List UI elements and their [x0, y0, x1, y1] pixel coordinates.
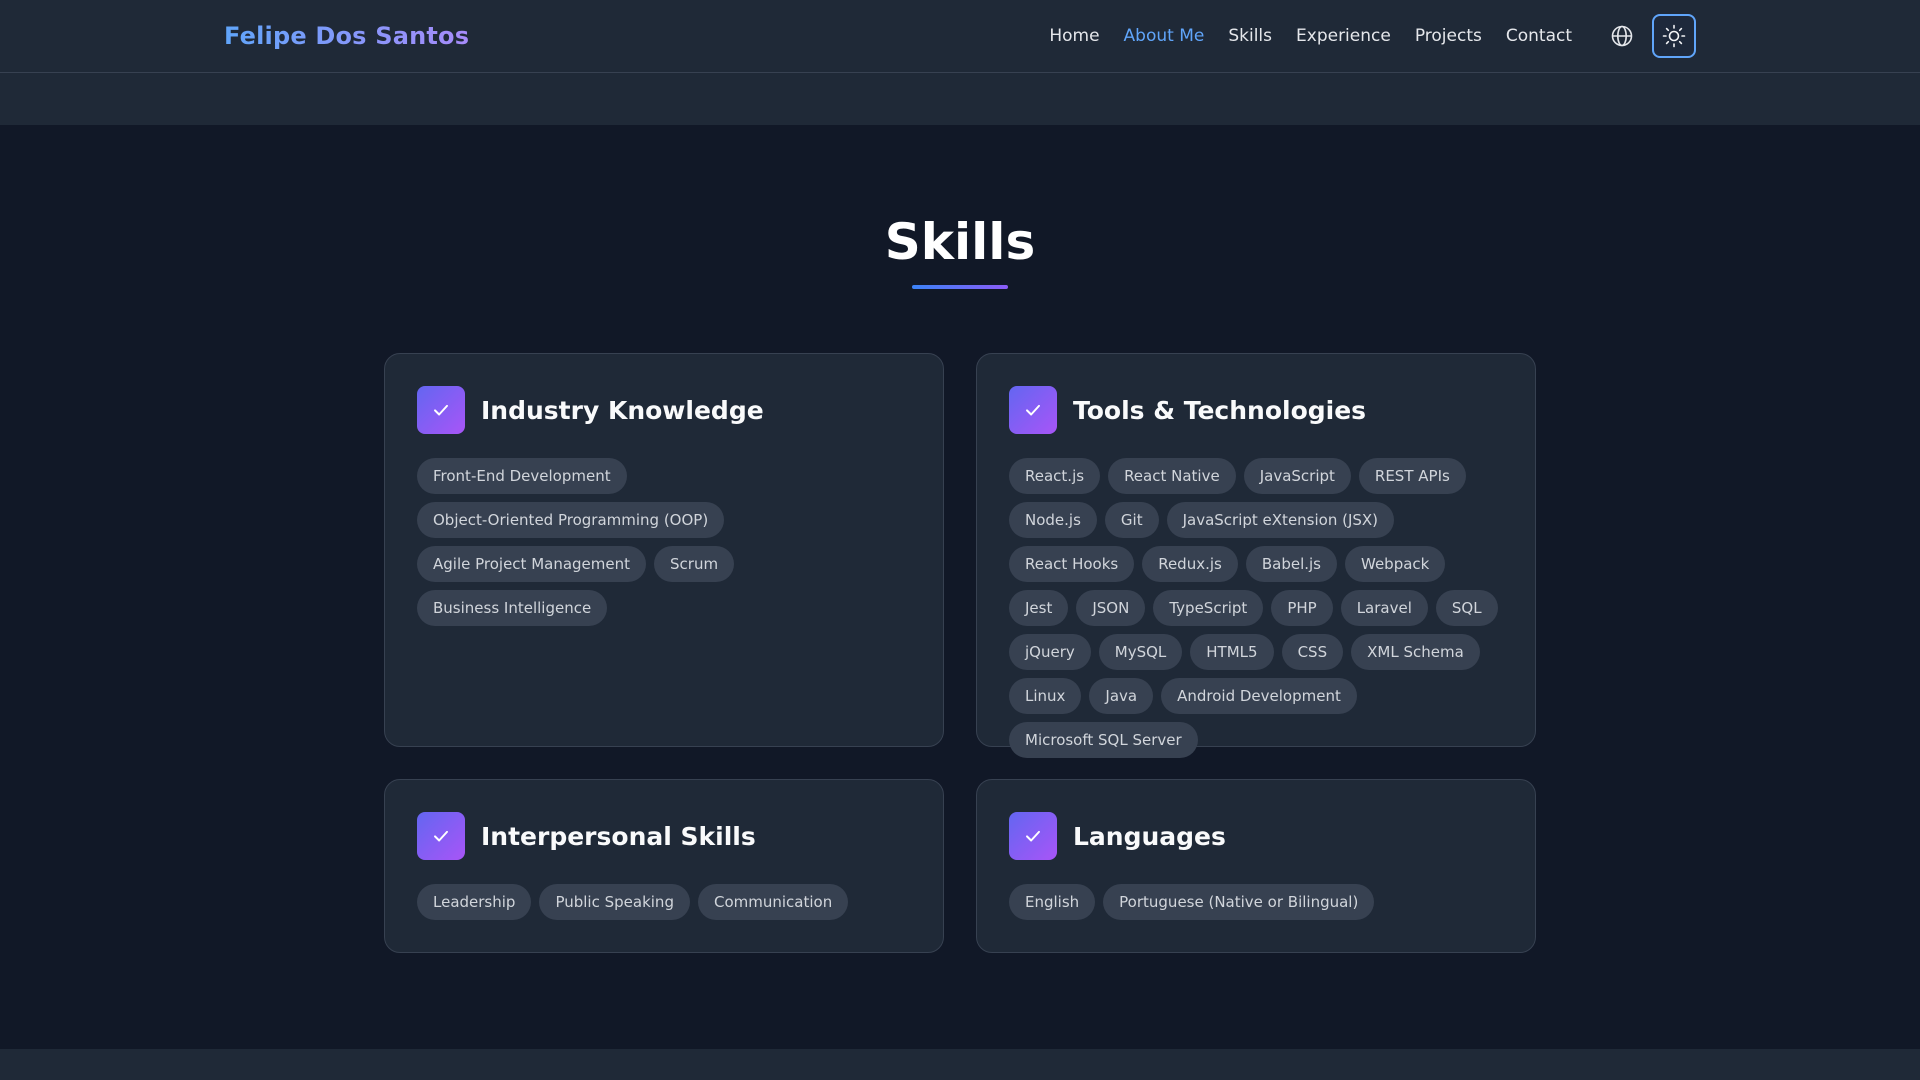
skill-tag: HTML5 [1190, 634, 1274, 670]
section-title: Skills [884, 213, 1036, 271]
skill-tag: REST APIs [1358, 458, 1466, 494]
card-header: Tools & Technologies [1009, 386, 1503, 434]
skill-tag: Communication [697, 884, 849, 920]
check-icon [434, 404, 448, 416]
skill-card-tools-technologies: Tools & Technologies React.js React Nati… [976, 353, 1536, 758]
skill-tag: Front-End Development [417, 458, 627, 494]
theme-toggle-button[interactable] [1652, 14, 1696, 58]
skill-tag: SQL [1435, 590, 1498, 626]
card-title: Languages [1073, 821, 1226, 851]
skill-tag: Laravel [1340, 590, 1428, 626]
globe-icon [1611, 25, 1633, 47]
tag-list: Front-End Development Object-Oriented Pr… [417, 458, 911, 626]
card-badge [1009, 386, 1057, 434]
card-header: Industry Knowledge [417, 386, 911, 434]
skill-tag: Object-Oriented Programming (OOP) [417, 502, 725, 538]
nav-link-experience[interactable]: Experience [1296, 26, 1391, 46]
skill-tag: English [1009, 884, 1096, 920]
skill-tag: Jest [1009, 590, 1069, 626]
skill-tag: Webpack [1345, 546, 1446, 582]
card-title: Interpersonal Skills [481, 821, 756, 851]
title-underline [912, 285, 1008, 289]
skill-card-interpersonal-skills: Interpersonal Skills Leadership Public S… [384, 779, 944, 953]
card-header: Languages [1009, 812, 1503, 860]
nav-link-projects[interactable]: Projects [1415, 26, 1482, 46]
card-badge [417, 386, 465, 434]
skill-card-languages: Languages English Portuguese (Native or … [976, 779, 1536, 953]
skill-tag: Agile Project Management [417, 546, 647, 582]
skill-tag: CSS [1281, 634, 1344, 670]
check-icon [1026, 830, 1040, 842]
skill-tag: Linux [1009, 678, 1082, 714]
check-icon [1026, 404, 1040, 416]
top-navbar: Felipe Dos Santos Home About Me Skills E… [0, 0, 1920, 73]
skill-tag: Java [1089, 678, 1154, 714]
skill-tag: JSON [1076, 590, 1146, 626]
skill-tag: MySQL [1098, 634, 1183, 670]
skill-tag: Git [1104, 502, 1159, 538]
tag-list: React.js React Native JavaScript REST AP… [1009, 458, 1503, 758]
card-badge [417, 812, 465, 860]
skill-tag: Leadership [417, 884, 532, 920]
navbar-inner: Felipe Dos Santos Home About Me Skills E… [224, 0, 1696, 72]
check-icon [434, 830, 448, 842]
card-badge [1009, 812, 1057, 860]
skill-tag: Public Speaking [539, 884, 690, 920]
skill-tag: PHP [1271, 590, 1333, 626]
skill-card-industry-knowledge: Industry Knowledge Front-End Development… [384, 353, 944, 747]
card-title: Tools & Technologies [1073, 395, 1367, 425]
skill-tag: XML Schema [1351, 634, 1480, 670]
card-header: Interpersonal Skills [417, 812, 911, 860]
brand-logo[interactable]: Felipe Dos Santos [224, 22, 469, 50]
nav-link-skills[interactable]: Skills [1228, 26, 1272, 46]
tag-list: Leadership Public Speaking Communication [417, 884, 911, 920]
card-title: Industry Knowledge [481, 395, 764, 425]
nav-link-home[interactable]: Home [1049, 26, 1099, 46]
skill-tag: Microsoft SQL Server [1009, 722, 1198, 758]
nav-links: Home About Me Skills Experience Projects… [1049, 26, 1572, 46]
skill-tag: Business Intelligence [417, 590, 608, 626]
skill-tag: React.js [1009, 458, 1101, 494]
skill-tag: Babel.js [1245, 546, 1337, 582]
skill-tag: Android Development [1161, 678, 1357, 714]
skill-tag: React Native [1108, 458, 1236, 494]
skill-tag: Scrum [654, 546, 735, 582]
skill-tag: React Hooks [1009, 546, 1135, 582]
sun-icon [1662, 24, 1686, 48]
header-band [0, 73, 1920, 125]
skill-tag: TypeScript [1153, 590, 1264, 626]
navbar-right: Home About Me Skills Experience Projects… [1049, 14, 1696, 58]
skill-tag: JavaScript eXtension (JSX) [1166, 502, 1395, 538]
tag-list: English Portuguese (Native or Bilingual) [1009, 884, 1503, 920]
skill-tag: JavaScript [1243, 458, 1351, 494]
footer-band [0, 1049, 1920, 1080]
skill-tag: Portuguese (Native or Bilingual) [1103, 884, 1375, 920]
nav-link-contact[interactable]: Contact [1506, 26, 1572, 46]
nav-link-about-me[interactable]: About Me [1124, 26, 1205, 46]
skill-tag: Node.js [1009, 502, 1097, 538]
language-button[interactable] [1600, 14, 1644, 58]
skill-tag: Redux.js [1142, 546, 1238, 582]
skill-tag: jQuery [1009, 634, 1091, 670]
